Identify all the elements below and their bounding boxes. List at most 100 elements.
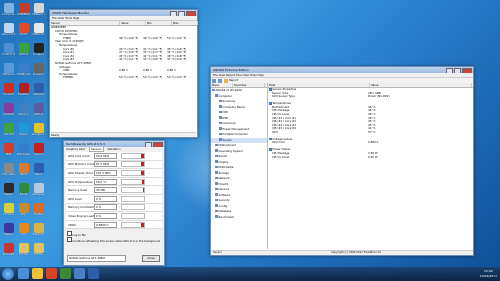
tab-validation[interactable]: Validation — [107, 147, 120, 151]
close-button[interactable] — [462, 68, 472, 73]
sensor-graph-fill — [141, 162, 144, 167]
desktop-icon[interactable]: Steam — [2, 183, 15, 196]
desktop-icon[interactable]: Recycle Bin — [2, 23, 15, 36]
desktop-icon[interactable]: Unigine — [32, 43, 45, 56]
desktop-icon[interactable]: WinRAR — [2, 103, 15, 116]
desktop-icon[interactable]: 3DMark Vantage — [32, 3, 45, 16]
minimize-button[interactable] — [170, 11, 177, 16]
desktop-icon[interactable]: CPU-Z — [32, 103, 45, 116]
taskbar-app-icon[interactable] — [32, 268, 43, 279]
desktop-icon-label: Computer — [2, 13, 15, 16]
gpuz-window[interactable]: TechPowerUp GPU-Z 0.5.3 Graphics Card Se… — [63, 140, 165, 266]
continue-checkbox[interactable] — [67, 237, 72, 242]
report-button[interactable]: Report — [229, 78, 238, 82]
desktop-icon[interactable]: Heaven — [32, 63, 45, 76]
tab-menu[interactable]: Menu — [211, 83, 233, 87]
maximize-button[interactable] — [178, 11, 185, 16]
desktop-icon[interactable]: Acrobat — [2, 83, 15, 96]
desktop-icon-label: Heaven — [33, 73, 44, 76]
desktop-icon[interactable]: Zip — [17, 203, 30, 216]
desktop-icon[interactable]: GPU-Z — [17, 43, 30, 56]
taskbar-app-icon[interactable] — [74, 268, 85, 279]
desktop-icon[interactable]: CINEBENCH Windows — [17, 3, 30, 16]
desktop-icon[interactable]: Opera — [32, 143, 45, 156]
hwmonitor-window[interactable]: CPUID Hardware Monitor File View Tools H… — [49, 9, 198, 138]
desktop-icon[interactable]: Speccy — [17, 103, 30, 116]
start-button[interactable] — [2, 268, 14, 280]
sensor-graph — [121, 187, 145, 194]
taskbar-app-icon[interactable] — [60, 268, 71, 279]
tab-graphics-card[interactable]: Graphics Card — [66, 147, 85, 151]
detail-row[interactable]: CPU IA Cores 0.95 W — [268, 156, 473, 160]
col-value[interactable]: Value — [120, 21, 146, 25]
gpuz-title: TechPowerUp GPU-Z 0.5.3 — [66, 142, 105, 146]
section-icon — [269, 148, 272, 151]
desktop-icon[interactable]: Control Panel — [2, 43, 15, 56]
desktop-icon[interactable]: Windows Live — [17, 143, 30, 156]
col-min[interactable]: Min — [146, 21, 172, 25]
tree-row[interactable]: TMPIN0 50 °C (122 °F) 50 °C (122 °F) 50 °C … — [50, 76, 197, 80]
desktop-icon[interactable]: Chrome — [2, 203, 15, 216]
desktop-icon[interactable]: AIDA64 — [32, 83, 45, 96]
forward-icon[interactable] — [218, 78, 222, 83]
desktop-icon[interactable]: Media — [2, 223, 15, 236]
desktop-icon[interactable]: Paint — [17, 163, 30, 176]
back-icon[interactable] — [212, 78, 216, 83]
desktop-icon[interactable]: OCCT — [17, 23, 30, 36]
desktop-icon[interactable]: HWMonitor — [17, 63, 30, 76]
gpuz-titlebar[interactable]: TechPowerUp GPU-Z 0.5.3 — [64, 141, 164, 147]
log-checkbox[interactable] — [67, 231, 72, 236]
col-field[interactable]: Field — [268, 83, 370, 87]
desktop-icon[interactable]: Firefox — [32, 203, 45, 216]
desktop-icon[interactable]: Skype — [17, 123, 30, 136]
detail-value: 0.880 V — [368, 141, 379, 145]
system-clock[interactable]: 15:09 23/06/2011 — [480, 269, 497, 279]
hwmonitor-titlebar[interactable]: CPUID Hardware Monitor — [50, 10, 197, 16]
desktop-icon[interactable]: Word — [32, 163, 45, 176]
node-icon — [219, 132, 222, 136]
sensor-value: 101.3 MHz — [94, 169, 117, 176]
close-button[interactable]: Close — [142, 255, 160, 262]
desktop-icon[interactable]: Excel — [17, 183, 30, 196]
detail-row[interactable]: GPU 50 °C — [268, 131, 473, 135]
desktop-icon[interactable]: Notepad — [32, 183, 45, 196]
node-icon — [219, 121, 222, 125]
detail-row[interactable]: GPU Core 0.880 V — [268, 141, 473, 145]
aida64-titlebar[interactable]: AIDA64 Extreme Edition — [211, 67, 473, 73]
report-icon[interactable] — [224, 78, 228, 83]
sensor-row: GPU Temperature 50.0 °C — [66, 178, 162, 187]
detail-row[interactable]: GPU Sensor Type Driver (NV-DRV) — [268, 95, 473, 99]
desktop-icon[interactable]: PDF — [2, 143, 15, 156]
desktop-icon[interactable]: 3DMark11 — [32, 23, 45, 36]
maximize-button[interactable] — [454, 68, 461, 73]
desktop-icon[interactable]: VLC — [17, 223, 30, 236]
node-icon — [215, 182, 218, 185]
desktop-icon[interactable]: Google Chrome — [32, 123, 45, 136]
taskbar-app-icon[interactable] — [18, 268, 29, 279]
desktop-icon[interactable]: Calculator — [2, 163, 15, 176]
desktop-icon[interactable]: Prime95 — [2, 243, 15, 256]
taskbar-app-icon[interactable] — [46, 268, 57, 279]
tab-favorites[interactable]: Favorites — [233, 83, 265, 87]
minimize-button[interactable] — [145, 142, 152, 147]
continue-refresh[interactable]: Continue refreshing this screen while GP… — [64, 237, 164, 243]
aida64-window[interactable]: AIDA64 Extreme Edition File View Report … — [210, 66, 474, 256]
tree-item[interactable]: Benchmark — [211, 215, 267, 221]
device-select[interactable]: NVIDIA GeForce GTX 485M — [67, 255, 126, 262]
desktop-icon[interactable]: Network — [2, 63, 15, 76]
col-value[interactable]: Value — [370, 83, 472, 87]
taskbar-app-icon[interactable] — [88, 268, 99, 279]
col-max[interactable]: Max — [172, 21, 198, 25]
desktop-icon[interactable]: Folder — [32, 243, 45, 256]
minimize-button[interactable] — [446, 68, 453, 73]
desktop-icon[interactable]: Folder — [17, 243, 30, 256]
col-sensor[interactable]: Sensor — [50, 21, 120, 25]
desktop-icon[interactable]: uTorrent — [2, 123, 15, 136]
desktop-icon[interactable]: Explorer — [32, 223, 45, 236]
close-button[interactable] — [153, 142, 163, 147]
desktop-icon-label: Unigine — [33, 53, 44, 56]
desktop-icon[interactable]: FileZilla — [17, 83, 30, 96]
close-button[interactable] — [186, 11, 196, 16]
desktop-icon[interactable]: Computer — [2, 3, 15, 16]
desktop-icon-label: FileZilla — [18, 93, 29, 96]
